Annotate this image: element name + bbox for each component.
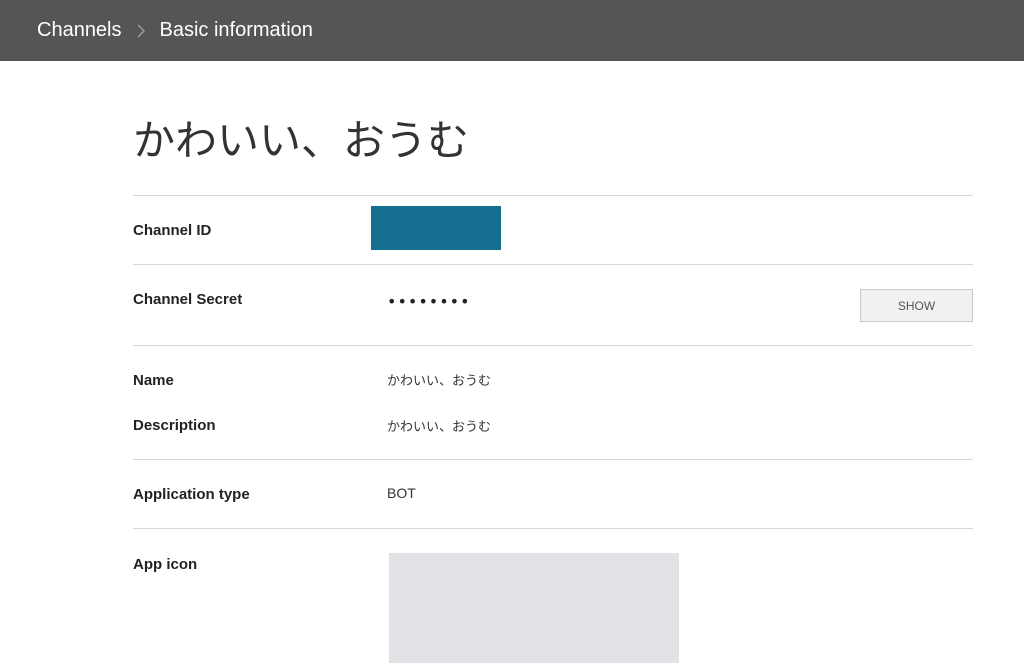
app-icon-label: App icon — [133, 556, 198, 573]
description-label: Description — [133, 417, 216, 434]
divider — [133, 459, 973, 460]
page-title: かわいい、おうむ — [133, 116, 470, 165]
divider — [133, 345, 973, 346]
application-type-label: Application type — [133, 486, 250, 503]
channel-id-value-masked — [371, 206, 501, 250]
application-type-value: BOT — [387, 485, 416, 501]
divider — [133, 264, 973, 265]
show-secret-button[interactable]: SHOW — [860, 289, 973, 322]
app-icon-image — [389, 553, 679, 663]
name-label: Name — [133, 372, 174, 389]
channel-secret-label: Channel Secret — [133, 291, 243, 308]
divider — [133, 528, 973, 529]
chevron-right-icon — [136, 23, 146, 39]
name-value: かわいい、おうむ — [387, 374, 492, 389]
channel-id-label: Channel ID — [133, 222, 212, 239]
breadcrumb-channels-link[interactable]: Channels — [37, 19, 122, 42]
description-value: かわいい、おうむ — [387, 420, 492, 435]
channel-secret-value: •••••••• — [387, 292, 471, 311]
breadcrumb-current: Basic information — [159, 19, 313, 41]
divider — [133, 195, 973, 196]
top-bar: Channels Basic information — [0, 0, 1024, 61]
